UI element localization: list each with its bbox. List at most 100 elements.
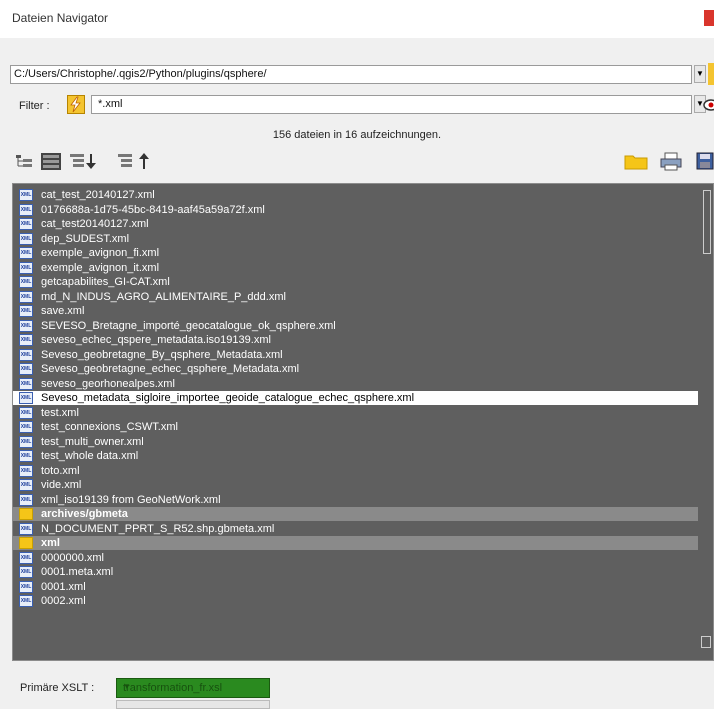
xml-file-icon: XML <box>19 595 33 607</box>
file-label: toto.xml <box>41 464 80 477</box>
xml-file-icon: XML <box>19 551 33 564</box>
file-item[interactable]: XML 0002.xml <box>13 594 698 608</box>
xml-file-icon: XML <box>19 566 33 578</box>
file-item[interactable]: XML test_connexions_CSWT.xml <box>13 420 698 434</box>
file-item[interactable]: XML exemple_avignon_it.xml <box>13 261 698 275</box>
folder-item[interactable]: xml <box>13 536 698 550</box>
xml-file-icon: XML <box>19 392 33 404</box>
xml-file-icon: XML <box>19 276 33 288</box>
file-item[interactable]: XML seveso_georhonealpes.xml <box>13 377 698 391</box>
file-item[interactable]: XML SEVESO_Bretagne_importé_geocatalogue_… <box>13 319 698 333</box>
title-bar: Dateien Navigator <box>0 0 714 38</box>
xslt-label: Primäre XSLT : <box>20 682 95 694</box>
sort-ascending-icon[interactable] <box>116 151 154 171</box>
file-label: test_connexions_CSWT.xml <box>41 421 178 433</box>
file-list[interactable]: XML cat_test_20140127.xml XML 0176688a-1d75… <box>12 183 714 661</box>
file-item[interactable]: XML toto.xml <box>13 464 698 478</box>
file-label: test_whole data.xml <box>41 450 139 462</box>
secondary-select[interactable] <box>116 700 270 709</box>
file-label: cat_test_20140127.xml <box>41 189 155 201</box>
file-label: seveso_georhonealpes.xml <box>41 377 175 390</box>
xml-file-icon: XML <box>19 580 33 593</box>
file-label: md_N_INDUS_AGRO_ALIMENTAIRE_P_ddd.xml <box>41 290 286 303</box>
xml-file-icon: XML <box>19 334 33 346</box>
file-item[interactable]: XML test_multi_owner.xml <box>13 435 698 449</box>
folder-icon <box>19 537 33 549</box>
close-button[interactable] <box>704 10 714 26</box>
xml-file-icon: XML <box>19 348 33 361</box>
file-item[interactable]: XML 0001.xml <box>13 580 698 594</box>
print-icon[interactable] <box>660 151 682 171</box>
file-label: 0001.xml <box>41 580 86 593</box>
xml-file-icon: XML <box>19 218 33 230</box>
file-label: exemple_avignon_it.xml <box>41 261 160 274</box>
file-label: Seveso_geobretagne_echec_qsphere_Metadat… <box>41 363 300 375</box>
file-item[interactable]: XML save.xml <box>13 304 698 318</box>
scrollbar-top[interactable] <box>703 190 711 254</box>
file-label: 0002.xml <box>41 595 86 607</box>
file-item[interactable]: XML vide.xml <box>13 478 698 492</box>
xml-file-icon: XML <box>19 522 33 535</box>
file-item[interactable]: XML 0001.meta.xml <box>13 565 698 579</box>
lightning-icon[interactable] <box>67 95 85 114</box>
xml-file-icon: XML <box>19 421 33 433</box>
eye-icon[interactable] <box>702 95 714 114</box>
sort-descending-icon[interactable] <box>68 151 100 171</box>
folder-icon <box>19 508 33 520</box>
file-item[interactable]: XML cat_test_20140127.xml <box>13 188 698 202</box>
file-label: exemple_avignon_fi.xml <box>41 247 160 259</box>
xml-file-icon: XML <box>19 305 33 317</box>
file-item[interactable]: XML test.xml <box>13 406 698 420</box>
window-title: Dateien Navigator <box>12 11 109 25</box>
xml-file-icon: XML <box>19 493 33 506</box>
filter-value: *.xml <box>98 98 123 110</box>
xml-file-icon: XML <box>19 363 33 375</box>
file-item[interactable]: XML test_whole data.xml <box>13 449 698 463</box>
file-item[interactable]: XML xml_iso19139 from GeoNetWork.xml <box>13 493 698 507</box>
file-label: Seveso_geobretagne_By_qsphere_Metadata.x… <box>41 348 283 361</box>
xml-file-icon: XML <box>19 290 33 303</box>
xml-file-icon: XML <box>19 261 33 274</box>
file-item[interactable]: XML N_DOCUMENT_PPRT_S_R52.shp.gbmeta.xml <box>13 522 698 536</box>
save-icon[interactable] <box>696 151 714 171</box>
file-item[interactable]: XML 0000000.xml <box>13 551 698 565</box>
chevron-down-icon: ▼ <box>123 682 131 691</box>
xml-file-icon: XML <box>19 406 33 419</box>
file-item[interactable]: XML Seveso_geobretagne_echec_qsphere_Meta… <box>13 362 698 376</box>
path-value: C:/Users/Christophe/.qgis2/Python/plugin… <box>14 68 267 80</box>
xml-file-icon: XML <box>19 377 33 390</box>
xml-file-icon: XML <box>19 247 33 259</box>
folder-item[interactable]: archives/gbmeta <box>13 507 698 521</box>
file-label: cat_test20140127.xml <box>41 218 149 230</box>
file-item[interactable]: XML cat_test20140127.xml <box>13 217 698 231</box>
path-dropdown-button[interactable]: ▼ <box>694 65 706 83</box>
file-label: 0176688a-1d75-45bc-8419-aaf45a59a72f.xml <box>41 203 265 216</box>
file-item[interactable]: XML seveso_echec_qspere_metadata.iso19139… <box>13 333 698 347</box>
file-item[interactable]: XML getcapabilites_GI-CAT.xml <box>13 275 698 289</box>
file-item[interactable]: XML dep_SUDEST.xml <box>13 232 698 246</box>
scrollbar-bottom[interactable] <box>701 636 711 648</box>
xslt-select[interactable]: transformation_fr.xsl ▼ <box>116 678 270 698</box>
file-item[interactable]: XML Seveso_metadata_sigloire_importee_geo… <box>13 391 698 405</box>
file-label: test_multi_owner.xml <box>41 435 144 448</box>
file-item[interactable]: XML 0176688a-1d75-45bc-8419-aaf45a59a72f.… <box>13 203 698 217</box>
file-label: xml_iso19139 from GeoNetWork.xml <box>41 493 221 506</box>
file-label: archives/gbmeta <box>41 508 128 520</box>
list-view-icon[interactable] <box>40 151 62 171</box>
file-item[interactable]: XML md_N_INDUS_AGRO_ALIMENTAIRE_P_ddd.xml <box>13 290 698 304</box>
file-label: seveso_echec_qspere_metadata.iso19139.xm… <box>41 334 271 346</box>
file-item[interactable]: XML Seveso_geobretagne_By_qsphere_Metadat… <box>13 348 698 362</box>
file-item[interactable]: XML exemple_avignon_fi.xml <box>13 246 698 260</box>
xml-file-icon: XML <box>19 203 33 216</box>
folder-icon[interactable] <box>624 151 648 171</box>
file-label: vide.xml <box>41 479 82 491</box>
tree-collapse-icon[interactable] <box>14 151 34 171</box>
file-label: save.xml <box>41 305 85 317</box>
file-label: N_DOCUMENT_PPRT_S_R52.shp.gbmeta.xml <box>41 522 275 535</box>
path-field[interactable]: C:/Users/Christophe/.qgis2/Python/plugin… <box>10 65 692 84</box>
file-label: dep_SUDEST.xml <box>41 232 130 245</box>
browse-folder-icon[interactable] <box>708 63 714 85</box>
file-label: xml <box>41 537 60 549</box>
xml-file-icon: XML <box>19 479 33 491</box>
filter-input[interactable]: *.xml <box>91 95 692 114</box>
